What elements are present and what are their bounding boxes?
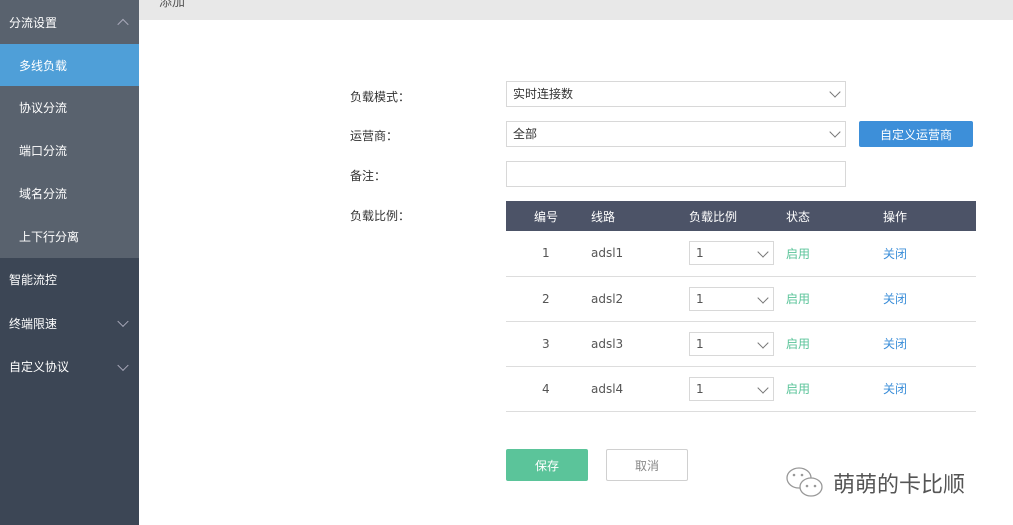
chevron-down-icon bbox=[757, 291, 769, 304]
sidebar-item-multiline-load[interactable]: 多线负载 bbox=[0, 44, 139, 86]
sidebar-item-label: 端口分流 bbox=[19, 144, 68, 158]
note-label: 备注： bbox=[350, 169, 387, 183]
sidebar-item-label: 上下行分离 bbox=[19, 230, 80, 244]
sidebar-item-label: 自定义协议 bbox=[9, 360, 70, 374]
ratio-value: 1 bbox=[696, 291, 704, 306]
custom-isp-button[interactable]: 自定义运营商 bbox=[859, 121, 973, 147]
row-id: 1 bbox=[506, 231, 591, 277]
mode-label: 负载模式： bbox=[350, 90, 411, 104]
ratio-select[interactable]: 1 bbox=[689, 241, 774, 266]
isp-select[interactable]: 全部 bbox=[506, 121, 846, 147]
sidebar-item-label: 协议分流 bbox=[19, 101, 68, 115]
page-header: 添加 bbox=[139, 0, 1013, 20]
ratio-select[interactable]: 1 bbox=[689, 376, 774, 401]
cancel-button[interactable]: 取消 bbox=[606, 449, 688, 481]
chevron-down-icon bbox=[829, 126, 841, 138]
ratio-value: 1 bbox=[696, 381, 704, 396]
chevron-down-icon bbox=[117, 315, 129, 328]
close-link[interactable]: 关闭 bbox=[883, 366, 976, 412]
sidebar-item-label: 多线负载 bbox=[19, 58, 68, 73]
sidebar-group-traffic-split[interactable]: 分流设置 bbox=[0, 0, 139, 44]
row-id: 4 bbox=[506, 366, 591, 412]
close-link[interactable]: 关闭 bbox=[883, 276, 976, 322]
sidebar: 分流设置 多线负载 协议分流 端口分流 域名分流 上下行分离 智能流控 终端限速… bbox=[0, 0, 139, 525]
row-line: adsl1 bbox=[591, 231, 689, 277]
col-action: 操作 bbox=[883, 201, 976, 231]
col-line: 线路 bbox=[591, 201, 689, 231]
sidebar-item-up-down-split[interactable]: 上下行分离 bbox=[0, 215, 139, 258]
table-header: 编号 线路 负载比例 状态 操作 bbox=[506, 201, 976, 231]
row-id: 2 bbox=[506, 276, 591, 322]
wechat-icon bbox=[786, 467, 823, 497]
close-link[interactable]: 关闭 bbox=[883, 321, 976, 367]
ratio-label: 负载比例： bbox=[350, 209, 411, 223]
table-row: 3 adsl3 1 启用 关闭 bbox=[506, 321, 976, 367]
row-status: 启用 bbox=[786, 366, 883, 412]
load-ratio-table: 编号 线路 负载比例 状态 操作 1 adsl1 1 启用 关闭 2 adsl2 … bbox=[506, 201, 976, 412]
note-input[interactable] bbox=[506, 161, 846, 187]
row-id: 3 bbox=[506, 321, 591, 367]
chevron-down-icon bbox=[829, 86, 841, 98]
row-status: 启用 bbox=[786, 231, 883, 277]
mode-select[interactable]: 实时连接数 bbox=[506, 81, 846, 107]
save-button[interactable]: 保存 bbox=[506, 449, 588, 481]
sidebar-item-label: 域名分流 bbox=[19, 187, 68, 201]
row-line: adsl2 bbox=[591, 276, 689, 322]
ratio-select[interactable]: 1 bbox=[689, 331, 774, 356]
sidebar-item-label: 终端限速 bbox=[9, 316, 58, 331]
close-link[interactable]: 关闭 bbox=[883, 231, 976, 277]
watermark: 萌萌的卡比顺 bbox=[785, 466, 965, 500]
chevron-down-icon bbox=[757, 381, 769, 394]
sidebar-item-terminal-limit[interactable]: 终端限速 bbox=[0, 301, 139, 345]
mode-value: 实时连接数 bbox=[513, 87, 574, 101]
sidebar-group-label: 分流设置 bbox=[9, 15, 58, 30]
table-row: 1 adsl1 1 启用 关闭 bbox=[506, 231, 976, 277]
sidebar-item-domain-split[interactable]: 域名分流 bbox=[0, 172, 139, 215]
col-status: 状态 bbox=[786, 201, 883, 231]
sidebar-item-custom-protocol[interactable]: 自定义协议 bbox=[0, 345, 139, 388]
sidebar-item-smart-flow[interactable]: 智能流控 bbox=[0, 258, 139, 301]
row-status: 启用 bbox=[786, 321, 883, 367]
ratio-value: 1 bbox=[696, 246, 704, 261]
ratio-value: 1 bbox=[696, 336, 704, 351]
table-row: 4 adsl4 1 启用 关闭 bbox=[506, 366, 976, 412]
chevron-down-icon bbox=[117, 359, 129, 371]
col-ratio: 负载比例 bbox=[689, 201, 786, 231]
row-line: adsl3 bbox=[591, 321, 689, 367]
ratio-select[interactable]: 1 bbox=[689, 286, 774, 311]
chevron-down-icon bbox=[757, 246, 769, 258]
chevron-down-icon bbox=[757, 336, 769, 349]
isp-value: 全部 bbox=[513, 127, 538, 141]
table-row: 2 adsl2 1 启用 关闭 bbox=[506, 276, 976, 322]
row-line: adsl4 bbox=[591, 366, 689, 412]
row-status: 启用 bbox=[786, 276, 883, 322]
chevron-up-icon bbox=[117, 18, 129, 31]
sidebar-item-protocol-split[interactable]: 协议分流 bbox=[0, 86, 139, 129]
watermark-text: 萌萌的卡比顺 bbox=[833, 473, 966, 498]
sidebar-item-label: 智能流控 bbox=[9, 273, 58, 287]
sidebar-item-port-split[interactable]: 端口分流 bbox=[0, 129, 139, 172]
isp-label: 运营商： bbox=[350, 129, 399, 143]
col-id: 编号 bbox=[506, 201, 591, 231]
page-title: 添加 bbox=[159, 0, 186, 10]
